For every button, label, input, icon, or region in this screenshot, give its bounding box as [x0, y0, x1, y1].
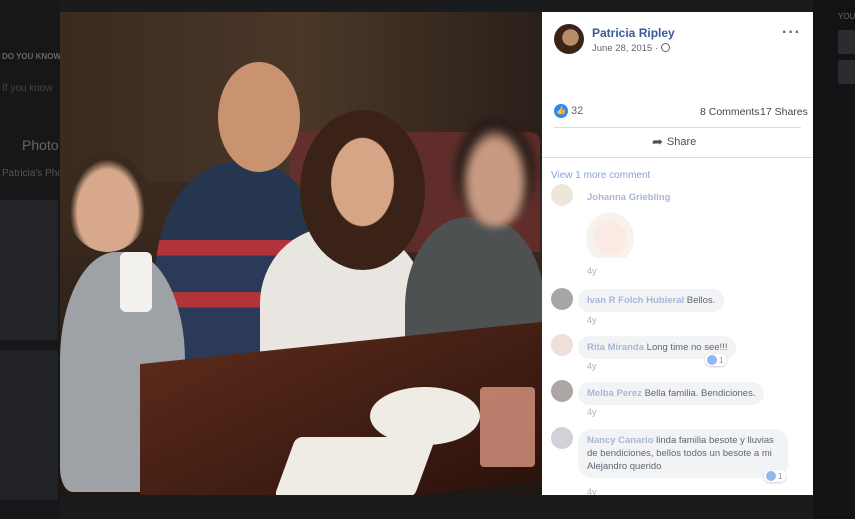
comment-bubble: Ivan R Folch Hubieral Bellos.	[578, 289, 725, 312]
post-photo[interactable]	[60, 12, 542, 495]
bg-thumb	[838, 60, 855, 84]
bg-thumb	[838, 30, 855, 54]
shares-count[interactable]: 17 Shares	[760, 106, 808, 118]
comment-text: Long time no see!!!	[646, 342, 728, 353]
photo-plate	[274, 437, 436, 495]
reactions-count[interactable]: 32	[571, 105, 583, 117]
comment-bubble: Melba Perez Bella familia. Bendiciones.	[578, 382, 765, 405]
like-icon[interactable]: 👍	[554, 104, 568, 118]
bg-subtext: If you know	[2, 83, 53, 94]
reaction-count: 1	[719, 356, 724, 365]
post-side-panel: Patricia Ripley June 28, 2015 · ··· 👍 32…	[542, 12, 813, 495]
comment-author[interactable]: Nancy Canario	[587, 435, 654, 446]
comments-count[interactable]: 8 Comments	[700, 106, 760, 118]
comments-section: View 1 more comment Johanna Griebling 4y…	[542, 158, 813, 495]
bg-photos-heading: Photo	[22, 137, 59, 153]
bg-thumb	[0, 350, 58, 500]
comment-avatar[interactable]	[551, 288, 573, 310]
photo-head	[65, 152, 150, 252]
comment-reactions[interactable]: 1	[705, 354, 728, 366]
author-name[interactable]: Patricia Ripley	[592, 26, 675, 40]
post-date-text: June 28, 2015 ·	[592, 43, 659, 54]
comment-author[interactable]: Rita Miranda	[587, 342, 644, 353]
comment-sticker	[582, 208, 638, 258]
photo-glass	[480, 387, 535, 467]
comment-avatar[interactable]	[551, 427, 573, 449]
comment-time[interactable]: 4y	[587, 315, 597, 325]
divider	[554, 127, 801, 128]
comment-avatar[interactable]	[551, 184, 573, 206]
comment-avatar[interactable]	[551, 334, 573, 356]
comment-author[interactable]: Melba Perez	[587, 388, 642, 399]
comment-time[interactable]: 4y	[587, 407, 597, 417]
comment-time[interactable]: 4y	[587, 361, 597, 371]
photo-cup	[120, 252, 152, 312]
bg-photos-sub: Patricia's Phot	[2, 168, 66, 179]
reaction-count: 1	[778, 472, 783, 481]
view-more-comments[interactable]: View 1 more comment	[551, 170, 650, 181]
share-button[interactable]: ➦ Share	[652, 134, 696, 150]
globe-icon	[661, 43, 671, 52]
more-options-icon[interactable]: ···	[782, 24, 801, 42]
comment-time[interactable]: 4y	[587, 487, 597, 495]
author-avatar[interactable]	[554, 24, 584, 54]
photo-head	[455, 117, 535, 227]
bg-thumb	[0, 200, 58, 340]
photo-head	[300, 110, 425, 270]
comment-avatar[interactable]	[551, 380, 573, 402]
like-reaction-icon	[707, 355, 717, 365]
comment-time[interactable]: 4y	[587, 266, 597, 276]
bg-right-text: YOU	[838, 12, 855, 21]
comment-author[interactable]: Ivan R Folch Hubieral	[587, 295, 684, 306]
comment-author[interactable]: Johanna Griebling	[587, 192, 670, 203]
bg-heading: DO YOU KNOW	[2, 52, 61, 61]
comment-text: Bellos.	[686, 295, 716, 306]
comment-reactions[interactable]: 1	[764, 470, 787, 482]
comment-bubble: Nancy Canario linda familia besote y llu…	[578, 429, 788, 478]
photo-head	[218, 62, 300, 172]
share-icon: ➦	[652, 134, 663, 149]
like-reaction-icon	[766, 471, 776, 481]
comment-text: Bella familia. Bendiciones.	[644, 388, 756, 399]
share-label: Share	[666, 136, 697, 148]
post-date[interactable]: June 28, 2015 ·	[592, 43, 671, 54]
